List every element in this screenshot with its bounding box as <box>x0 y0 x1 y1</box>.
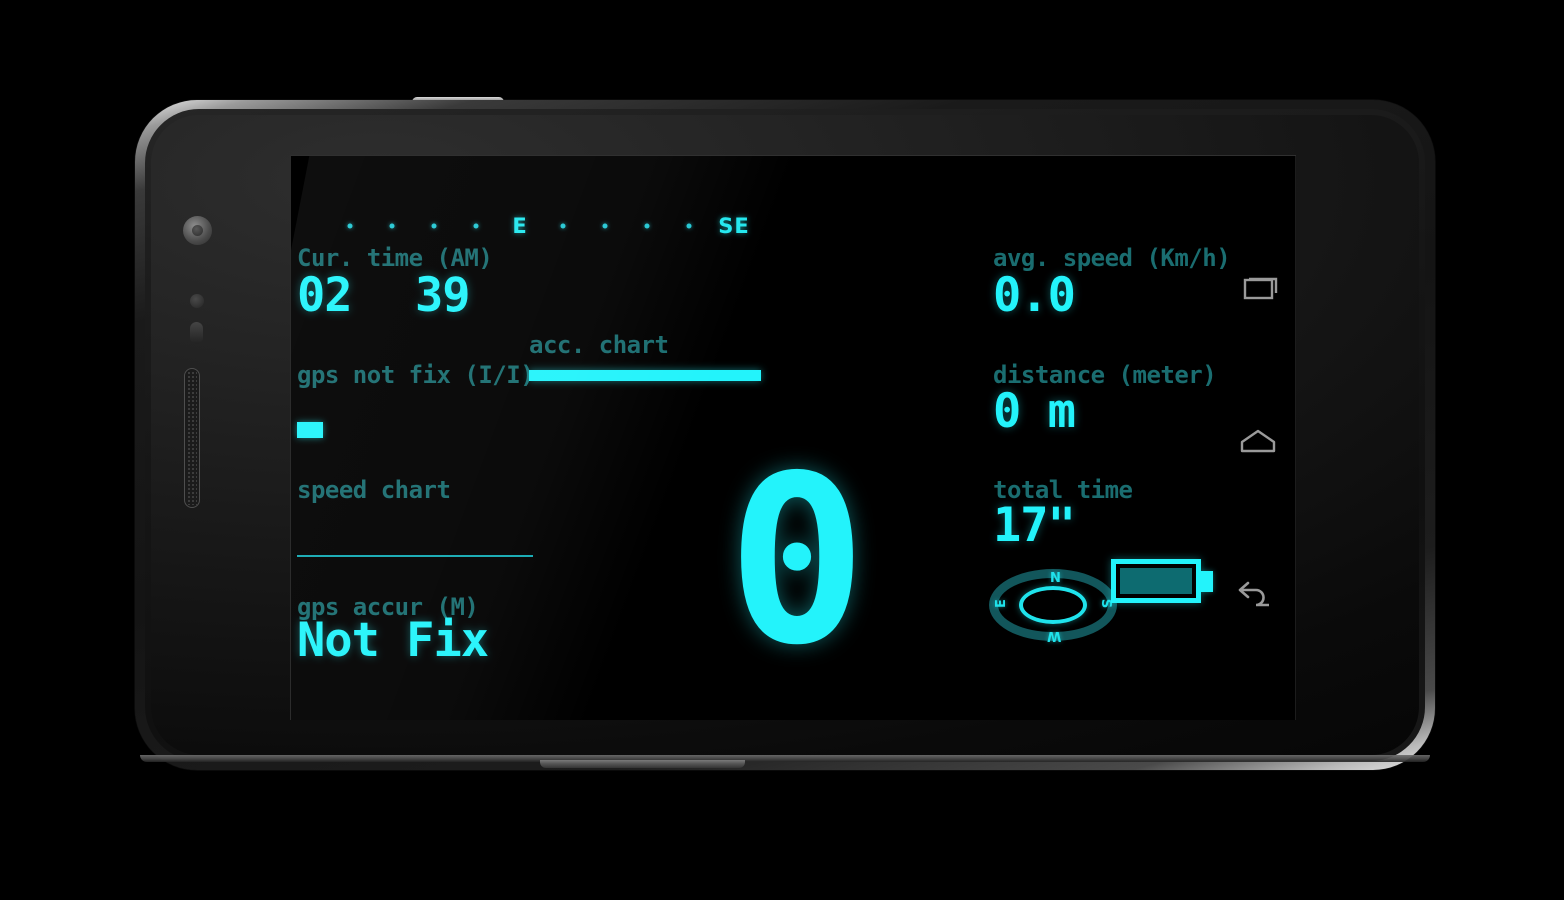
battery-icon <box>1111 559 1213 603</box>
cur-time-value: 02 39 <box>297 268 471 323</box>
compass-strip-tick <box>602 223 608 229</box>
light-sensor-icon <box>190 322 203 344</box>
compass-heading-strip: E SE <box>291 206 1296 246</box>
back-icon[interactable] <box>1228 566 1288 626</box>
speed-chart-label: speed chart <box>297 476 451 504</box>
gps-fix-label: gps not fix (I/I) <box>297 361 535 389</box>
cur-time-minutes: 39 <box>415 268 471 323</box>
compass-north-label: N <box>1050 568 1061 583</box>
phone-screen: E SE Cur. time (AM) 02 39 gps not fix (I/… <box>290 155 1296 720</box>
compass-strip-tick <box>347 223 353 229</box>
screenshot-root: E SE Cur. time (AM) 02 39 gps not fix (I/… <box>0 0 1564 900</box>
compass-strip-label: E <box>512 214 528 238</box>
compass-strip-tick <box>686 223 692 229</box>
battery-tip <box>1200 571 1213 592</box>
avg-speed-value: 0.0 <box>993 268 1076 323</box>
device-bottom-port[interactable] <box>540 760 745 768</box>
speed-chart-plot <box>297 555 533 557</box>
home-icon[interactable] <box>1228 411 1288 471</box>
android-navigation-bar <box>1220 156 1296 720</box>
navbar-divider <box>1295 156 1296 720</box>
compass-strip-tick <box>644 223 650 229</box>
compass-inner-ring <box>1019 586 1087 624</box>
proximity-sensor-icon <box>190 294 204 308</box>
device-bottom-rail <box>140 755 1430 762</box>
gps-fix-indicator-bar <box>297 422 323 438</box>
total-time-value: 17" <box>993 498 1076 553</box>
battery-fill-level <box>1120 568 1192 594</box>
compass-strip-tick <box>389 223 395 229</box>
acc-chart-plot <box>529 370 761 381</box>
cur-time-hours: 02 <box>297 268 353 323</box>
recents-icon[interactable] <box>1228 256 1288 316</box>
compass-dial-icon: N E S W <box>989 568 1117 643</box>
front-camera-icon <box>183 216 212 245</box>
earpiece-speaker-icon <box>184 368 200 508</box>
distance-value: 0 m <box>993 384 1076 439</box>
acc-chart-label: acc. chart <box>529 331 669 359</box>
gps-accuracy-value: Not Fix <box>297 613 489 668</box>
compass-strip-tick <box>560 223 566 229</box>
compass-west-label: W <box>1047 628 1062 643</box>
compass-strip-label: SE <box>718 214 750 238</box>
compass-east-label: E <box>993 599 1009 608</box>
compass-strip-tick <box>473 223 479 229</box>
compass-strip-tick <box>431 223 437 229</box>
current-speed-value: 0 <box>727 426 867 696</box>
